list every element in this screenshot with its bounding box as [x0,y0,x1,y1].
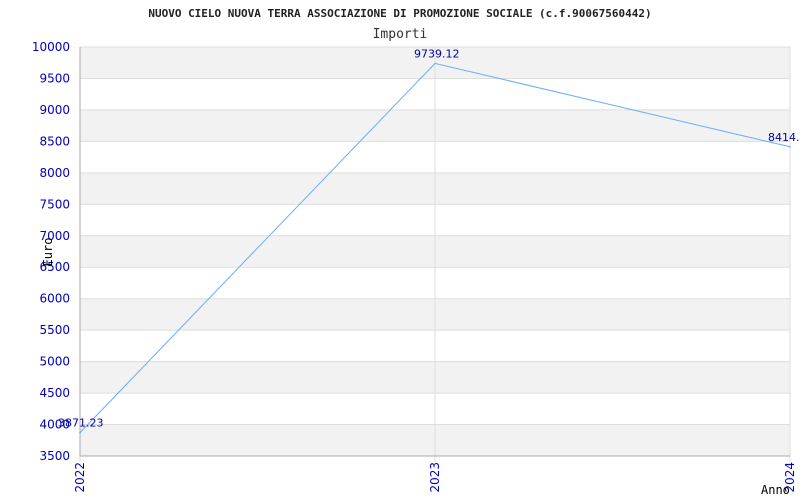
y-tick-label: 5500 [39,323,70,337]
y-tick-label: 6000 [39,292,70,306]
y-tick-label: 3500 [39,449,70,463]
x-tick-labels: 2022 2023 2024 [73,462,797,493]
y-tick-label: 8000 [39,166,70,180]
data-point [434,62,436,65]
chart-subtitle: Importi [373,27,428,42]
chart-container: 3500 4000 4500 5000 5500 6000 6500 7000 7500 8000… [0,0,800,500]
y-tick-label: 9500 [39,71,70,85]
data-label: 3871.23 [58,417,104,430]
data-point [79,431,81,434]
y-tick-label: 10000 [32,40,70,54]
data-point [789,145,791,148]
x-tick-label: 2023 [428,462,442,493]
line-chart: 3500400045005000550060006500700075008000… [32,7,800,497]
y-axis-label: Euro [41,238,55,267]
data-label: 8414.0 [768,131,800,144]
y-tick-label: 9000 [39,103,70,117]
x-axis-label: Anno [761,483,790,497]
y-tick-label: 8500 [39,134,70,148]
chart-title: NUOVO CIELO NUOVA TERRA ASSOCIAZIONE DI … [148,7,651,20]
data-label: 9739.12 [414,47,460,60]
y-tick-label: 7500 [39,197,70,211]
y-tick-label: 5000 [39,355,70,369]
y-tick-label: 4500 [39,386,70,400]
x-tick-label: 2022 [73,462,87,493]
